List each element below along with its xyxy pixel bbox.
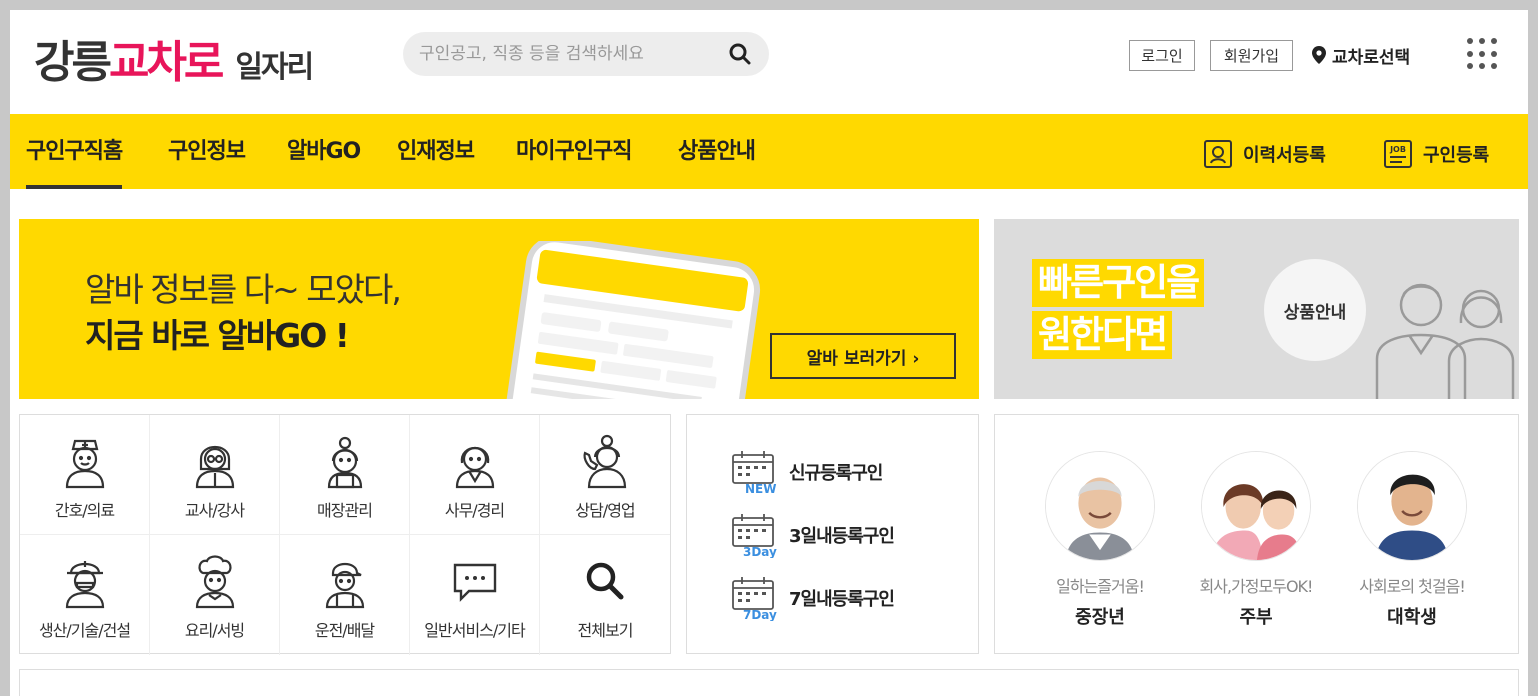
people-illustration-icon [1375, 283, 1515, 399]
calendar-3day-icon: 3Day [732, 514, 777, 558]
call-center-icon [583, 434, 627, 489]
map-pin-icon [1312, 46, 1326, 64]
category-general-service[interactable]: 일반서비스/기타 [410, 535, 540, 655]
category-label: 요리/서빙 [184, 621, 245, 640]
resume-icon [1204, 140, 1232, 168]
store-staff-icon [327, 436, 362, 489]
mother-child-avatar [1201, 451, 1311, 561]
recent-7day-link[interactable]: 7Day 7일내등록구인 [731, 575, 895, 621]
category-label: 교사/강사 [184, 501, 245, 520]
recent-7day-label: 7일내등록구인 [789, 589, 895, 610]
logo-suffix: 일자리 [235, 50, 314, 85]
region-label: 교차로선택 [1332, 47, 1411, 68]
calendar-new-icon: NEW [732, 451, 776, 495]
category-label: 사무/경리 [444, 501, 505, 520]
search-input[interactable] [419, 32, 719, 76]
category-production[interactable]: 생산/기술/건설 [20, 535, 150, 655]
target-name: 주부 [1239, 607, 1273, 628]
target-housewife[interactable]: 회사,가정모두OK! 주부 [1191, 451, 1321, 629]
nurse-icon [65, 439, 104, 489]
category-teacher[interactable]: 교사/강사 [150, 415, 280, 535]
region-selector[interactable]: 교차로선택 [1312, 41, 1410, 69]
fast-hire-line1: 빠른구인을 [1032, 259, 1205, 307]
logo-region: 강릉 [34, 37, 112, 88]
target-middle-aged[interactable]: 일하는즐거움! 중장년 [1035, 451, 1165, 629]
category-consulting[interactable]: 상담/영업 [540, 415, 670, 535]
job-register-link[interactable]: JOB 구인등록 [1383, 138, 1489, 170]
7day-badge: 7Day [743, 608, 777, 621]
student-avatar [1357, 451, 1467, 561]
recent-3day-label: 3일내등록구인 [789, 526, 895, 547]
chat-bubble-icon [453, 563, 496, 602]
category-label: 일반서비스/기타 [424, 621, 525, 640]
resume-register-label: 이력서등록 [1243, 145, 1326, 166]
job-document-icon: JOB [1384, 140, 1412, 168]
calendar-7day-icon: 7Day [732, 577, 777, 621]
nav-item-talent-info[interactable]: 인재정보 [397, 114, 475, 189]
nav-item-home[interactable]: 구인구직홈 [26, 114, 123, 189]
target-sub-label: 회사,가정모두OK! [1199, 577, 1314, 596]
recent-new-label: 신규등록구인 [789, 463, 883, 484]
category-label: 생산/기술/건설 [38, 621, 131, 640]
nav-item-products[interactable]: 상품안내 [678, 114, 756, 189]
category-label: 간호/의료 [54, 501, 115, 520]
delivery-driver-icon [325, 562, 364, 609]
target-student[interactable]: 사회로의 첫걸음! 대학생 [1347, 451, 1477, 629]
search-icon [586, 562, 624, 600]
office-worker-icon [455, 446, 494, 489]
nav-item-job-info[interactable]: 구인정보 [168, 114, 246, 189]
target-name: 중장년 [1075, 607, 1125, 628]
logo-brand: 교차로 [108, 37, 224, 88]
resume-register-link[interactable]: 이력서등록 [1203, 138, 1326, 170]
banner-headline: 알바 정보를 다~ 모았다, [85, 270, 402, 309]
banner-subheadline: 지금 바로 알바GO ! [85, 316, 350, 355]
bottom-content-box [19, 669, 1519, 696]
nav-item-my-page[interactable]: 마이구인구직 [516, 114, 632, 189]
fast-hire-line2: 원한다면 [1032, 311, 1173, 359]
category-label: 운전/배달 [314, 621, 375, 640]
job-icon-text: JOB [1389, 145, 1406, 154]
product-info-button[interactable]: 상품안내 [1264, 259, 1366, 361]
all-menu-grid-icon[interactable] [1467, 38, 1497, 70]
target-sub-label: 일하는즐거움! [1056, 577, 1145, 596]
new-badge: NEW [745, 482, 776, 495]
recent-jobs-box: NEW 신규등록구인 3Day 3일내등록구인 7Day 7일내등록구인 [686, 414, 979, 654]
senior-man-avatar [1045, 451, 1155, 561]
category-view-all[interactable]: 전체보기 [540, 535, 670, 655]
phone-mockup-image [502, 241, 761, 399]
category-office[interactable]: 사무/경리 [410, 415, 540, 535]
category-store-manager[interactable]: 매장관리 [280, 415, 410, 535]
target-group-box: 일하는즐거움! 중장년 회사,가정모두OK! 주부 사회로의 첫걸음! 대학생 [994, 414, 1519, 654]
recent-3day-link[interactable]: 3Day 3일내등록구인 [731, 512, 895, 558]
construction-worker-icon [65, 561, 104, 609]
category-delivery[interactable]: 운전/배달 [280, 535, 410, 655]
header: 강릉 교차로 일자리 로그인 회원가입 교차로선택 [10, 10, 1528, 114]
category-cooking[interactable]: 요리/서빙 [150, 535, 280, 655]
albago-banner[interactable]: 알바 정보를 다~ 모았다, 지금 바로 알바GO ! 알바 보러가기 › [19, 219, 979, 399]
main-nav: 구인구직홈 구인정보 알바GO 인재정보 마이구인구직 상품안내 이력서등록 J… [10, 114, 1528, 189]
job-category-grid: 간호/의료 교사/강사 매장관리 사무/경리 상담/영업 생산/기술/건설 요리… [19, 414, 671, 655]
category-label: 상담/영업 [575, 501, 635, 520]
page: 강릉 교차로 일자리 로그인 회원가입 교차로선택 구인구 [10, 10, 1528, 696]
search-icon[interactable] [729, 43, 751, 65]
teacher-icon [195, 445, 234, 489]
target-name: 대학생 [1387, 607, 1437, 628]
3day-badge: 3Day [743, 545, 777, 558]
chef-icon [195, 555, 234, 609]
recent-new-link[interactable]: NEW 신규등록구인 [731, 449, 883, 495]
search-box [403, 32, 769, 76]
target-sub-label: 사회로의 첫걸음! [1359, 577, 1466, 596]
login-button[interactable]: 로그인 [1129, 40, 1195, 71]
site-logo[interactable]: 강릉 교차로 일자리 [34, 26, 314, 88]
category-label: 매장관리 [317, 501, 373, 520]
albago-go-button[interactable]: 알바 보러가기 › [770, 333, 956, 379]
nav-item-albago[interactable]: 알바GO [287, 114, 361, 189]
job-register-label: 구인등록 [1423, 145, 1490, 166]
join-button[interactable]: 회원가입 [1210, 40, 1293, 71]
category-label: 전체보기 [577, 621, 634, 640]
category-nursing[interactable]: 간호/의료 [20, 415, 150, 535]
fast-hire-banner[interactable]: 빠른구인을 원한다면 상품안내 [994, 219, 1519, 399]
